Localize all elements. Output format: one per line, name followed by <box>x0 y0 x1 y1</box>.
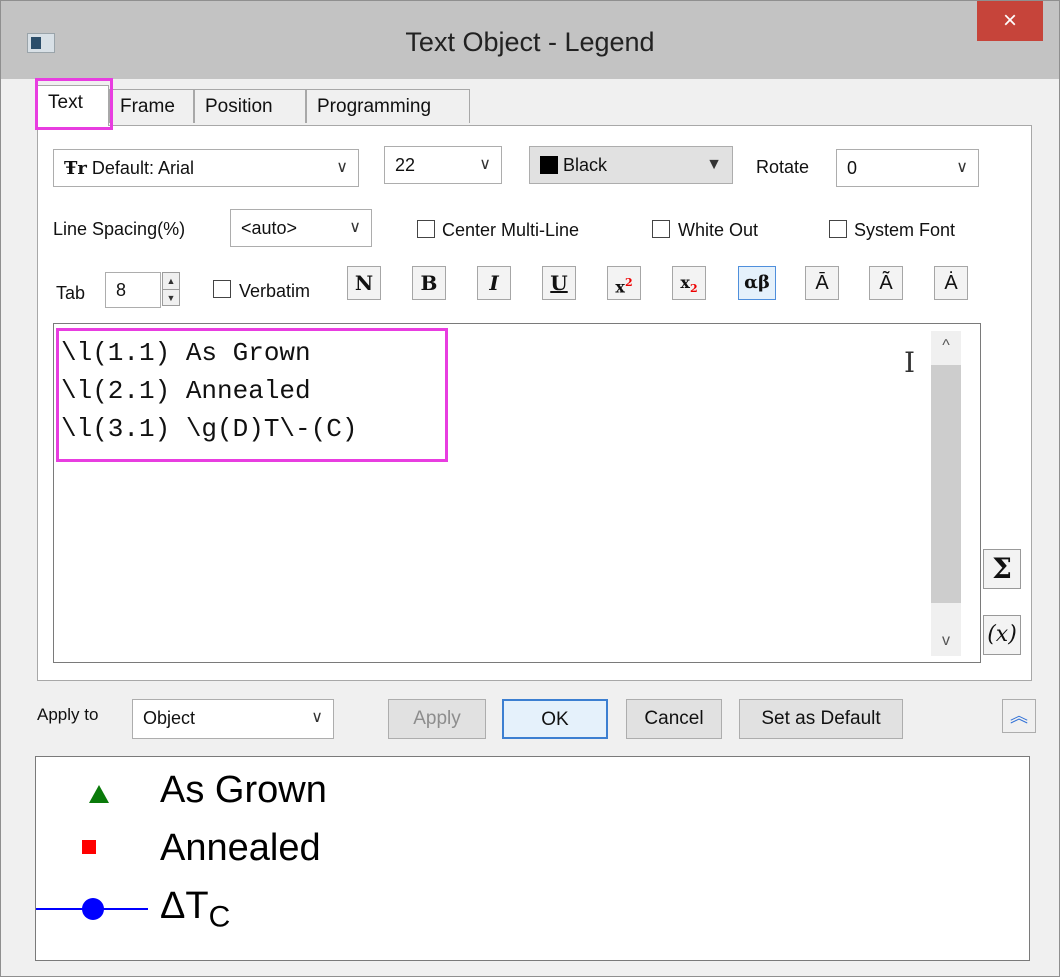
legend-entry-text: As Grown <box>160 769 327 811</box>
superscript-mark: 2 <box>624 276 633 289</box>
spin-up-icon[interactable]: ▲ <box>163 273 179 289</box>
underline-button[interactable]: U <box>542 266 576 300</box>
line-spacing-dropdown[interactable]: <auto> ∨ <box>230 209 372 247</box>
chevron-down-icon: ∨ <box>956 159 968 176</box>
apply-to-label: Apply to <box>37 705 99 724</box>
tilde-button[interactable]: Ã <box>869 266 903 300</box>
tab-programming[interactable]: Programming <box>306 89 470 123</box>
legend-entry-text: ΔTC <box>160 885 230 935</box>
color-dropdown[interactable]: Black ▼ <box>529 146 733 184</box>
dropdown-arrow-icon: ▼ <box>706 156 722 173</box>
collapse-icon[interactable]: ︽ <box>1002 699 1036 733</box>
triangle-symbol-icon <box>89 785 109 803</box>
tab-size-value: 8 <box>116 280 127 300</box>
font-size-dropdown[interactable]: 22 ∨ <box>384 146 502 184</box>
dot-accent-button[interactable]: Ȧ <box>934 266 968 300</box>
title-bar: Text Object - Legend × <box>1 1 1059 79</box>
text-cursor-icon: I <box>904 346 916 379</box>
circle-symbol-icon <box>82 898 104 920</box>
tab-size-input[interactable]: 8 <box>105 272 161 308</box>
editor-scrollbar[interactable]: ^ v <box>931 331 961 656</box>
verbatim-label: Verbatim <box>239 281 311 301</box>
tab-frame[interactable]: Frame <box>109 89 194 123</box>
apply-to-dropdown[interactable]: Object ∨ <box>132 699 334 739</box>
tab-highlight-box <box>35 78 113 130</box>
font-dropdown[interactable]: Ŧr Default: Arial ∨ <box>53 149 359 187</box>
ok-button[interactable]: OK <box>502 699 608 739</box>
chevron-down-icon: ∨ <box>349 219 361 236</box>
system-font-label: System Font <box>854 220 956 240</box>
overbar-button[interactable]: Ā <box>805 266 839 300</box>
apply-button[interactable]: Apply <box>388 699 486 739</box>
bold-button[interactable]: B <box>412 266 446 300</box>
rotate-value: 0 <box>847 158 858 178</box>
spin-down-icon[interactable]: ▼ <box>163 289 179 306</box>
sigma-button[interactable]: Σ <box>983 549 1021 589</box>
dialog-window: Text Object - Legend × Text Frame Positi… <box>0 0 1060 977</box>
superscript-base: x <box>615 277 625 297</box>
variable-button[interactable]: (x) <box>983 615 1021 655</box>
italic-button[interactable]: I <box>477 266 511 300</box>
cancel-button[interactable]: Cancel <box>626 699 722 739</box>
white-out-checkbox[interactable] <box>652 220 670 238</box>
color-value: Black <box>563 155 608 175</box>
tab-size-spinner[interactable]: ▲ ▼ <box>162 272 180 306</box>
subscript-base: x <box>680 273 690 292</box>
subscript-button[interactable]: x2 <box>672 266 706 300</box>
legend-entry-subscript: C <box>208 900 231 934</box>
scroll-down-icon[interactable]: v <box>931 626 961 656</box>
legend-entry-main: ΔT <box>160 885 209 927</box>
window-title: Text Object - Legend <box>405 27 655 57</box>
subscript-mark: 2 <box>689 282 698 296</box>
square-symbol-icon <box>82 840 96 854</box>
normal-button[interactable]: N <box>347 266 381 300</box>
chevron-down-icon: ∨ <box>336 159 348 176</box>
chevron-down-icon: ∨ <box>311 709 323 726</box>
scroll-up-icon[interactable]: ^ <box>931 331 961 361</box>
apply-to-value: Object <box>143 708 196 728</box>
font-value: Default: Arial <box>91 158 194 178</box>
editor-highlight-box <box>56 328 448 462</box>
white-out-label: White Out <box>678 220 759 240</box>
legend-entry-text: Annealed <box>160 827 321 869</box>
superscript-button[interactable]: x2 <box>607 266 641 300</box>
system-font-checkbox[interactable] <box>829 220 847 238</box>
close-button[interactable]: × <box>977 1 1043 41</box>
center-multiline-label: Center Multi-Line <box>442 220 580 240</box>
line-spacing-value: <auto> <box>241 218 298 238</box>
rotate-label: Rotate <box>756 157 810 177</box>
tab-position[interactable]: Position <box>194 89 306 123</box>
line-spacing-label: Line Spacing(%) <box>53 219 186 239</box>
center-multiline-checkbox[interactable] <box>417 220 435 238</box>
font-size-value: 22 <box>395 155 416 175</box>
greek-button[interactable]: αβ <box>738 266 776 300</box>
font-type-icon: Ŧr <box>64 158 87 179</box>
tab-label: Tab <box>56 283 86 303</box>
rotate-dropdown[interactable]: 0 ∨ <box>836 149 979 187</box>
set-as-default-button[interactable]: Set as Default <box>739 699 903 739</box>
scroll-thumb[interactable] <box>931 365 961 603</box>
chevron-down-icon: ∨ <box>479 156 491 173</box>
color-swatch <box>540 156 558 174</box>
legend-preview: As Grown Annealed ΔTC <box>35 756 1030 961</box>
verbatim-checkbox[interactable] <box>213 280 231 298</box>
